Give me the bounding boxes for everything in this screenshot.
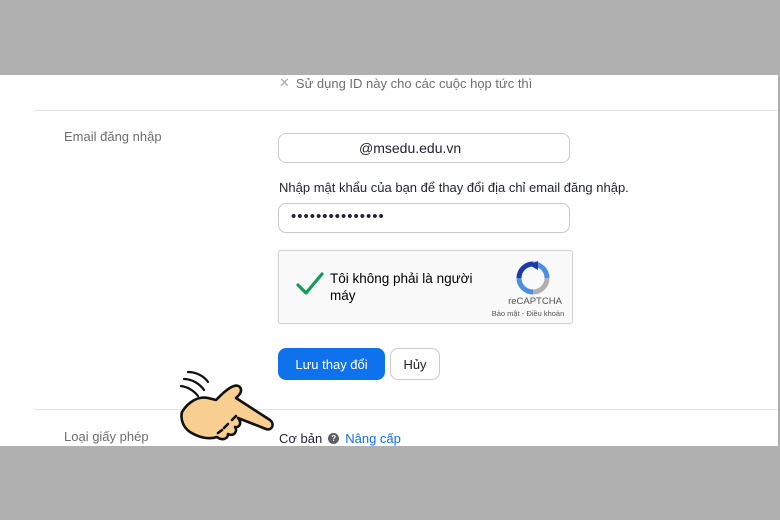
pmi-option-row[interactable]: ✕ Sử dụng ID này cho các cuộc họp tức th… [279,75,532,91]
recaptcha-terms-link[interactable]: Bảo mật - Điều khoản [483,309,573,318]
pmi-option-label: Sử dụng ID này cho các cuộc họp tức thì [295,75,533,91]
recaptcha-brand: reCAPTCHA [508,296,562,307]
email-field[interactable]: @msedu.edu.vn [278,133,570,163]
recaptcha-label: Tôi không phải là người máy [330,271,473,303]
license-value-row: Cơ bản ? Nâng cấp [279,431,401,446]
close-x-icon: ✕ [279,75,290,90]
license-value: Cơ bản [279,431,323,446]
section-divider [34,110,778,111]
upgrade-link[interactable]: Nâng cấp [345,431,401,446]
save-button[interactable]: Lưu thay đổi [278,348,385,380]
license-type-label: Loại giấy phép [64,429,149,444]
pointing-hand-icon [179,370,274,441]
recaptcha-widget[interactable]: Tôi không phải là người máy reCAPTCHA Bả… [278,250,573,324]
section-divider [34,409,778,410]
settings-panel: ✕ Sử dụng ID này cho các cuộc họp tức th… [0,75,778,446]
login-email-label: Email đăng nhập [64,129,162,144]
recaptcha-logo-icon [516,261,550,295]
screenshot-frame: ✕ Sử dụng ID này cho các cuộc họp tức th… [0,0,780,520]
checkmark-icon[interactable] [295,271,325,297]
password-field[interactable]: ••••••••••••••• [278,203,570,233]
cancel-button[interactable]: Hủy [390,348,440,380]
password-hint: Nhập mật khẩu của bạn để thay đổi địa ch… [279,180,629,195]
help-icon[interactable]: ? [328,433,340,444]
